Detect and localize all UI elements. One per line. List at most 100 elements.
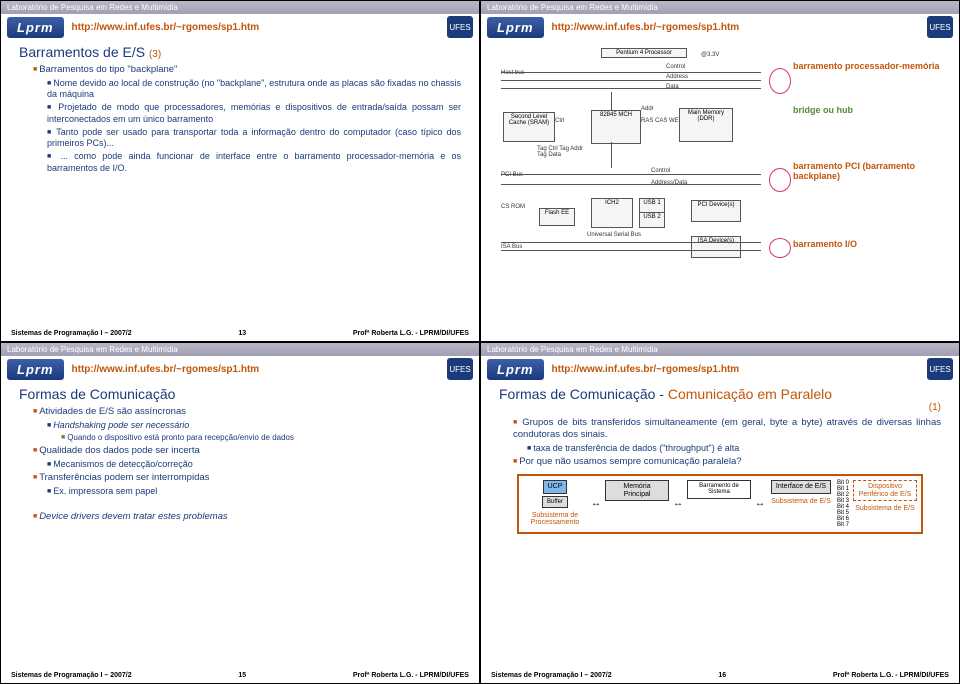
box-cache: Second Level Cache (SRAM) xyxy=(503,112,555,142)
slide-footer: Sistemas de Programação I – 2007/2 15 Pr… xyxy=(1,670,479,683)
label-csrom: CS ROM xyxy=(501,204,525,210)
bullet: Barramentos do tipo "backplane" xyxy=(33,64,461,76)
label-sub1: Subsistema de Processamento xyxy=(523,512,587,526)
footer-prof: Profª Roberta L.G. - LPRM/DI/UFES xyxy=(353,672,469,679)
sub-header: Lprm http://www.inf.ufes.br/~rgomes/sp1.… xyxy=(1,356,479,380)
slide-body: Atividades de E/S são assíncronas Handsh… xyxy=(1,404,479,670)
label-sub2: Subsistema de E/S xyxy=(771,498,831,505)
lab-header: Laboratório de Pesquisa em Redes e Multi… xyxy=(1,343,479,356)
label-data: Data xyxy=(666,84,679,90)
sub-sub-bullet: Quando o dispositivo está pronto para re… xyxy=(61,433,461,443)
annot-io: barramento I/O xyxy=(793,240,943,250)
box-interface: Interface de E/S xyxy=(771,480,831,494)
header-url: http://www.inf.ufes.br/~rgomes/sp1.htm xyxy=(552,364,740,375)
sub-bullet: Nome devido ao local de construção (no "… xyxy=(47,78,461,101)
sub-bullet: taxa de transferência de dados ("through… xyxy=(527,443,941,454)
footer-page: 13 xyxy=(238,330,246,337)
label-pcibus: PCI Bus xyxy=(501,172,523,178)
footer-page: 16 xyxy=(718,672,726,679)
sub-bullet: Mecanismos de detecção/correção xyxy=(47,459,461,470)
box-ucp: UCP xyxy=(543,480,568,494)
header-url: http://www.inf.ufes.br/~rgomes/sp1.htm xyxy=(72,364,260,375)
title-sub: (3) xyxy=(149,49,161,60)
annot-bridge: bridge ou hub xyxy=(793,106,943,116)
box-mem: Memória Principal xyxy=(605,480,669,501)
title-text: Barramentos de E/S xyxy=(19,44,145,60)
lab-header: Laboratório de Pesquisa em Redes e Multi… xyxy=(481,343,959,356)
bullet: Qualidade dos dados pode ser incerta xyxy=(33,445,461,457)
label-addrdata: Address/Data xyxy=(651,180,687,186)
sub-bullet: Projetado de modo que processadores, mem… xyxy=(47,102,461,125)
bullet: Transferências podem ser interrompidas xyxy=(33,472,461,484)
sub-header: Lprm http://www.inf.ufes.br/~rgomes/sp1.… xyxy=(1,14,479,38)
sub-header: Lprm http://www.inf.ufes.br/~rgomes/sp1.… xyxy=(481,356,959,380)
slide-title: Barramentos de E/S (3) xyxy=(1,38,479,62)
slide-14: Laboratório de Pesquisa em Redes e Multi… xyxy=(480,0,960,342)
box-ich2: ICH2 xyxy=(591,198,633,228)
label-usbbus: Universal Serial Bus xyxy=(587,232,641,238)
header-url: http://www.inf.ufes.br/~rgomes/sp1.htm xyxy=(72,22,260,33)
bullet: Atividades de E/S são assíncronas xyxy=(33,406,461,418)
lab-title: Laboratório de Pesquisa em Redes e Multi… xyxy=(487,345,658,354)
ufes-badge: UFES xyxy=(927,358,953,380)
lprm-logo: Lprm xyxy=(7,359,64,380)
ufes-badge: UFES xyxy=(447,16,473,38)
box-processor: Pentium 4 Processor xyxy=(601,48,687,58)
arrow-icon: ↔ xyxy=(673,498,683,509)
marker-circle xyxy=(769,238,791,258)
box-flash: Flash EE xyxy=(539,208,575,226)
box-barsis: Barramento de Sistema xyxy=(687,480,751,499)
lab-title: Laboratório de Pesquisa em Redes e Multi… xyxy=(7,3,178,12)
box-mch: 82845 MCH xyxy=(591,110,641,144)
lprm-logo: Lprm xyxy=(7,17,64,38)
marker-circle xyxy=(769,168,791,192)
arrow-icon: ↔ xyxy=(591,498,601,509)
bullet: Grupos de bits transferidos simultaneame… xyxy=(513,417,941,441)
footer-page: 15 xyxy=(238,672,246,679)
lab-title: Laboratório de Pesquisa em Redes e Multi… xyxy=(7,345,178,354)
footer-prof: Profª Roberta L.G. - LPRM/DI/UFES xyxy=(833,672,949,679)
label-addr: Addr xyxy=(641,106,654,112)
lprm-logo: Lprm xyxy=(487,17,544,38)
slide-footer: Sistemas de Programação I – 2007/2 13 Pr… xyxy=(1,328,479,341)
footer-course: Sistemas de Programação I – 2007/2 xyxy=(11,672,132,679)
slide-body: Grupos de bits transferidos simultaneame… xyxy=(481,415,959,670)
box-device: Dispositivo Periférico de E/S xyxy=(853,480,917,501)
parallel-diagram: UCP Buffer Subsistema de Processamento ↔… xyxy=(517,474,923,534)
sub-bullet: Handshaking pode ser necessário xyxy=(47,420,461,431)
box-usb2: USB 2 xyxy=(639,212,665,228)
slide-title: Formas de Comunicação xyxy=(1,380,479,404)
label-hostbus: Host bus xyxy=(501,70,525,76)
slide-13: Laboratório de Pesquisa em Redes e Multi… xyxy=(0,0,480,342)
label-control: Control xyxy=(666,64,685,70)
bullet: Por que não usamos sempre comunicação pa… xyxy=(513,456,941,468)
slide-title: Formas de Comunicação - Comunicação em P… xyxy=(481,380,959,415)
ufes-badge: UFES xyxy=(447,358,473,380)
lab-header: Laboratório de Pesquisa em Redes e Multi… xyxy=(1,1,479,14)
box-mainmem: Main Memory (DDR) xyxy=(679,108,733,142)
bullet: Device drivers devem tratar estes proble… xyxy=(33,511,461,523)
annot-proc-mem: barramento processador-memória xyxy=(793,62,943,72)
footer-course: Sistemas de Programação I – 2007/2 xyxy=(11,330,132,337)
label-ctrl: Ctrl xyxy=(555,118,564,124)
box-isadev: ISA Device(s) xyxy=(691,236,741,258)
lab-header: Laboratório de Pesquisa em Redes e Multi… xyxy=(481,1,959,14)
sub-bullet: Tanto pode ser usado para transportar to… xyxy=(47,127,461,150)
label-tag: Tag Ctrl Tag Addr Tag Data xyxy=(537,146,587,158)
label-sub3: Subsistema de E/S xyxy=(855,505,915,512)
slide-footer: Sistemas de Programação I – 2007/2 16 Pr… xyxy=(481,670,959,683)
box-pcidev: PCI Device(s) xyxy=(691,200,741,222)
footer-course: Sistemas de Programação I – 2007/2 xyxy=(491,672,612,679)
ufes-badge: UFES xyxy=(927,16,953,38)
header-url: http://www.inf.ufes.br/~rgomes/sp1.htm xyxy=(552,22,740,33)
marker-circle xyxy=(769,68,791,94)
box-buffer: Buffer xyxy=(542,496,568,509)
slide-15: Laboratório de Pesquisa em Redes e Multi… xyxy=(0,342,480,684)
slide-16: Laboratório de Pesquisa em Redes e Multi… xyxy=(480,342,960,684)
sub-bullet: Ex. impressora sem papel xyxy=(47,486,461,497)
label-33v: @3.3V xyxy=(701,52,719,58)
lab-title: Laboratório de Pesquisa em Redes e Multi… xyxy=(487,3,658,12)
bus-diagram: Pentium 4 Processor @3.3V Host bus Contr… xyxy=(491,42,949,324)
annot-pci: barramento PCI (barramento backplane) xyxy=(793,162,943,182)
lprm-logo: Lprm xyxy=(487,359,544,380)
